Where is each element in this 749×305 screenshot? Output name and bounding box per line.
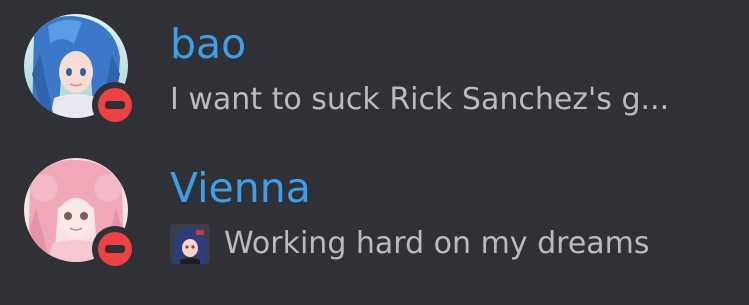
do-not-disturb-status-icon [92,82,138,128]
dnd-bar [105,101,125,109]
custom-status-text: I want to suck Rick Sanchez's g... [170,82,670,117]
do-not-disturb-status-icon [92,226,138,272]
member-item-bao[interactable]: bao I want to suck Rick Sanchez's g... [0,6,749,146]
dnd-bar [105,245,125,253]
member-username: Vienna [170,164,311,212]
member-item-vienna[interactable]: Vienna Working hard on my dreams [0,150,749,290]
anime-character-emoji-icon [170,224,210,264]
custom-status: Working hard on my dreams [170,222,650,266]
custom-status: I want to suck Rick Sanchez's g... [170,78,669,122]
custom-status-text: Working hard on my dreams [224,226,650,261]
dnd-dot [98,88,132,122]
avatar-container[interactable] [24,158,138,272]
dnd-dot [98,232,132,266]
member-username: bao [170,20,247,68]
avatar-container[interactable] [24,14,138,128]
member-list: bao I want to suck Rick Sanchez's g... V… [0,0,749,305]
